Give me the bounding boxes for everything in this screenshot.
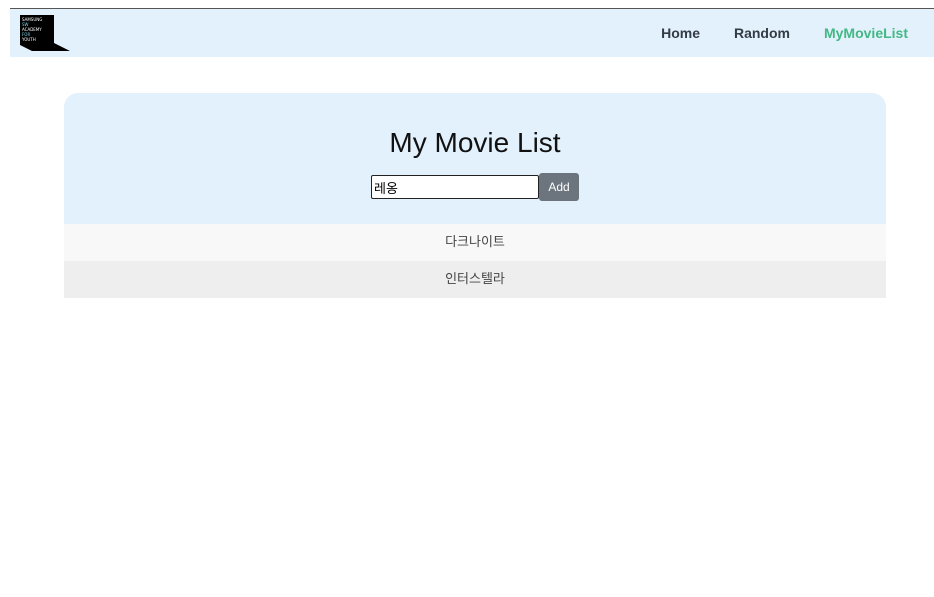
movie-list-item[interactable]: 다크나이트: [64, 224, 886, 261]
movie-title-input[interactable]: [371, 175, 539, 199]
ssafy-logo[interactable]: SAMSUNG SW ACADEMY FOR YOUTH: [20, 15, 72, 51]
nav-link-home[interactable]: Home: [649, 25, 712, 41]
logo-icon: SAMSUNG SW ACADEMY FOR YOUTH: [20, 15, 70, 51]
nav-links: Home Random MyMovieList: [649, 9, 934, 57]
navbar: SAMSUNG SW ACADEMY FOR YOUTH Home Random…: [10, 9, 934, 57]
nav-link-random[interactable]: Random: [722, 25, 802, 41]
nav-link-mymovielist[interactable]: MyMovieList: [812, 25, 920, 41]
movie-list-item[interactable]: 인터스텔라: [64, 261, 886, 298]
movie-list: 다크나이트 인터스텔라: [64, 224, 886, 298]
logo-line-5: YOUTH: [21, 37, 36, 42]
add-movie-form: Add: [371, 173, 579, 201]
page-title: My Movie List: [389, 127, 561, 158]
movie-list-header-card: My Movie List Add: [64, 93, 886, 224]
add-button[interactable]: Add: [539, 173, 579, 201]
